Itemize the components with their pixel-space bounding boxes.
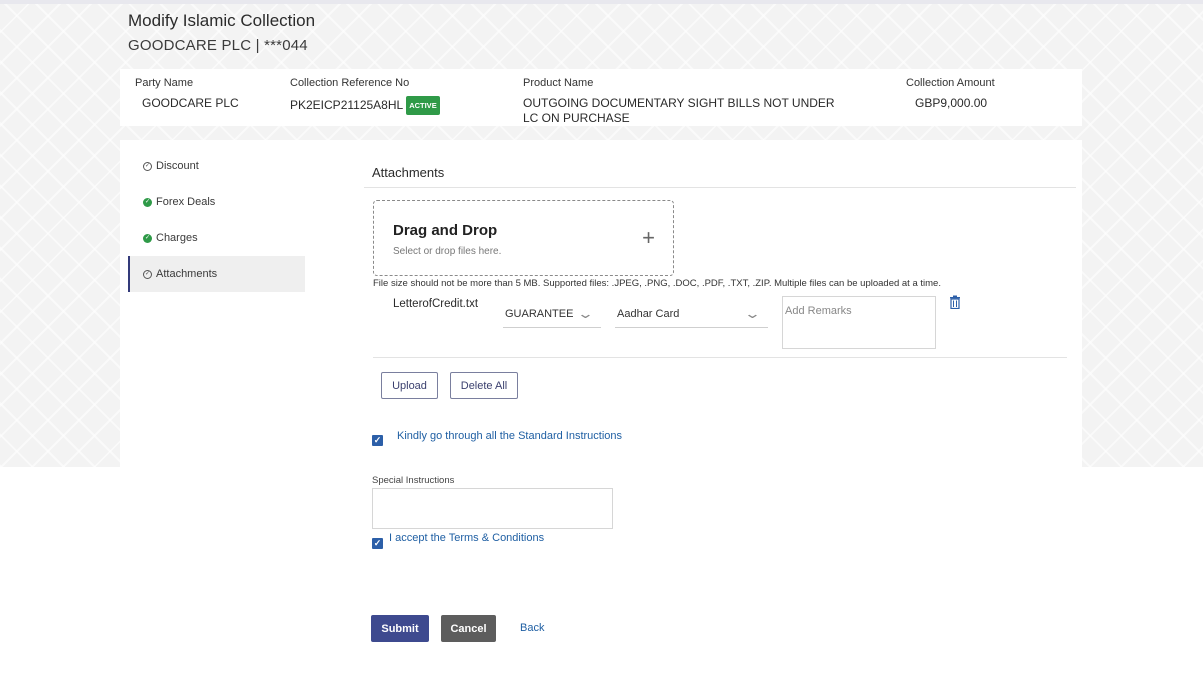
- file-size-note: File size should not be more than 5 MB. …: [373, 278, 941, 289]
- collection-summary: Party Name GOODCARE PLC Collection Refer…: [120, 69, 1082, 126]
- back-link[interactable]: Back: [520, 622, 544, 634]
- divider: [364, 187, 1076, 188]
- document-type-select[interactable]: Aadhar Card ⌄: [615, 300, 768, 328]
- cancel-button[interactable]: Cancel: [441, 615, 496, 642]
- delete-file-icon[interactable]: [949, 295, 961, 309]
- product-name-value: OUTGOING DOCUMENTARY SIGHT BILLS NOT UND…: [523, 96, 853, 126]
- delete-all-button[interactable]: Delete All: [450, 372, 518, 399]
- special-instructions-label: Special Instructions: [372, 475, 455, 486]
- collection-amount-column: Collection Amount GBP9,000.00: [906, 69, 995, 111]
- collection-amount-label: Collection Amount: [906, 77, 995, 89]
- page-subtitle: GOODCARE PLC | ***044: [128, 37, 308, 54]
- sidebar-item-label: Charges: [156, 232, 198, 244]
- product-name-label: Product Name: [523, 77, 594, 89]
- section-title: Attachments: [372, 165, 445, 180]
- add-file-icon[interactable]: +: [642, 225, 655, 251]
- completed-icon: ✓: [143, 197, 152, 207]
- file-dropzone[interactable]: Drag and Drop Select or drop files here.…: [373, 200, 674, 276]
- collection-ref-value-row: PK2EICP21125A8HL ACTIVE: [290, 96, 440, 115]
- sidebar-item-charges[interactable]: ✓ Charges: [128, 220, 305, 256]
- sidebar-item-discount[interactable]: ✓ Discount: [128, 148, 305, 184]
- party-name-column: Party Name GOODCARE PLC: [135, 69, 239, 111]
- top-strip: [0, 0, 1203, 4]
- collection-amount-value: GBP9,000.00: [915, 96, 988, 110]
- party-name-label: Party Name: [135, 77, 194, 89]
- product-name-line-1: OUTGOING DOCUMENTARY SIGHT BILLS NOT UND…: [523, 96, 835, 110]
- remarks-input[interactable]: Add Remarks: [782, 296, 936, 349]
- collection-ref-value: PK2EICP21125A8HL: [290, 98, 404, 112]
- sidebar-item-label: Forex Deals: [156, 196, 216, 208]
- sidebar-nav: ✓ Discount ✓ Forex Deals ✓ Charges ✓ Att…: [128, 148, 305, 292]
- dropzone-title: Drag and Drop: [393, 222, 498, 239]
- sidebar-item-attachments[interactable]: ✓ Attachments: [128, 256, 305, 292]
- document-type-value: Aadhar Card: [617, 307, 680, 320]
- standard-instructions-checkbox[interactable]: ✓: [372, 435, 383, 446]
- completed-icon: ✓: [143, 233, 152, 243]
- sidebar-item-label: Attachments: [156, 268, 218, 280]
- pending-icon: ✓: [143, 269, 152, 279]
- special-instructions-input[interactable]: [372, 488, 613, 529]
- party-name-value: GOODCARE PLC: [142, 96, 239, 110]
- page-title: Modify Islamic Collection: [128, 11, 316, 30]
- collection-ref-column: Collection Reference No PK2EICP21125A8HL…: [290, 69, 440, 115]
- document-category-value: GUARANTEE: [505, 307, 574, 320]
- sidebar-item-label: Discount: [156, 160, 199, 172]
- sidebar-item-forex-deals[interactable]: ✓ Forex Deals: [128, 184, 305, 220]
- attached-file-name: LetterofCredit.txt: [393, 298, 479, 310]
- pending-icon: ✓: [143, 161, 152, 171]
- upload-button[interactable]: Upload: [381, 372, 438, 399]
- status-badge: ACTIVE: [406, 96, 440, 115]
- dropzone-subtitle: Select or drop files here.: [393, 246, 502, 257]
- document-category-select[interactable]: GUARANTEE ⌄: [503, 300, 601, 328]
- chevron-down-icon: ⌄: [576, 305, 595, 321]
- terms-link[interactable]: I accept the Terms & Conditions: [389, 532, 544, 544]
- collection-ref-label: Collection Reference No: [290, 77, 410, 89]
- terms-checkbox[interactable]: ✓: [372, 538, 383, 549]
- product-name-column: Product Name OUTGOING DOCUMENTARY SIGHT …: [523, 69, 853, 126]
- standard-instructions-link[interactable]: Kindly go through all the Standard Instr…: [397, 430, 622, 442]
- divider: [373, 357, 1067, 358]
- product-name-line-2: LC ON PURCHASE: [523, 111, 630, 125]
- chevron-down-icon: ⌄: [743, 305, 762, 321]
- submit-button[interactable]: Submit: [371, 615, 429, 642]
